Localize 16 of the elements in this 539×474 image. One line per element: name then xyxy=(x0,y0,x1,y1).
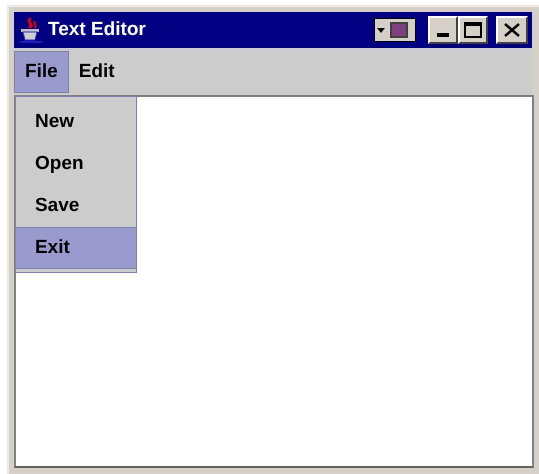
dropdown-item[interactable]: New xyxy=(16,101,136,143)
steaming-cup-icon xyxy=(18,16,44,44)
menu-item[interactable]: File xyxy=(14,51,69,93)
close-button[interactable] xyxy=(496,16,528,44)
minimize-button[interactable] xyxy=(428,16,458,44)
window-menu-button[interactable] xyxy=(374,18,416,42)
close-icon xyxy=(504,23,520,37)
caret-down-icon xyxy=(377,28,385,32)
menu-item[interactable]: Edit xyxy=(68,51,125,93)
dropdown-item[interactable]: Open xyxy=(16,143,136,185)
dropdown-item[interactable]: Exit xyxy=(16,227,136,269)
maximize-icon xyxy=(464,22,482,38)
dropdown-item[interactable]: Save xyxy=(16,185,136,227)
minimize-icon xyxy=(437,33,449,37)
window-title: Text Editor xyxy=(48,18,147,42)
maximize-button[interactable] xyxy=(458,16,488,44)
